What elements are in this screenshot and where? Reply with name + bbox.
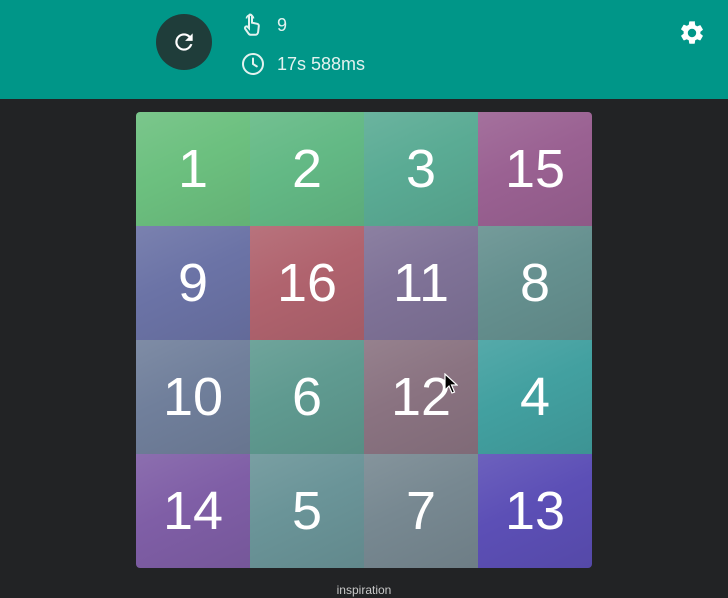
tile-number: 15 [504,139,566,199]
puzzle-tile[interactable]: 2 [250,112,364,226]
gear-icon [681,21,703,44]
tile-number: 7 [405,481,437,541]
moves-count: 9 [277,14,288,35]
puzzle-tile[interactable]: 4 [478,340,592,454]
tile-number: 13 [504,481,566,541]
tile-number: 4 [519,367,551,427]
inspiration-link[interactable]: inspiration [0,583,728,597]
puzzle-tile[interactable]: 5 [250,454,364,568]
moves-counter: 9 [240,12,287,38]
elapsed-timer: 17s 588ms [240,51,365,77]
refresh-icon [175,33,193,51]
tile-number: 8 [519,253,551,313]
puzzle-tile[interactable]: 16 [250,226,364,340]
mouse-cursor-icon [444,373,458,394]
puzzle-tile[interactable]: 12 [364,340,478,454]
tile-number: 3 [405,139,437,199]
puzzle-tile[interactable]: 10 [136,340,250,454]
elapsed-time: 17s 588ms [277,53,366,74]
puzzle-tile[interactable]: 14 [136,454,250,568]
tile-number: 10 [162,367,224,427]
reset-button[interactable] [156,14,212,70]
puzzle-tile[interactable]: 7 [364,454,478,568]
puzzle-tile[interactable]: 6 [250,340,364,454]
puzzle-tile[interactable]: 8 [478,226,592,340]
tile-number: 12 [390,367,452,427]
header-bar: 9 17s 588ms [0,0,728,99]
puzzle-tile[interactable]: 9 [136,226,250,340]
tile-number: 11 [392,253,450,313]
puzzle-tile[interactable]: 3 [364,112,478,226]
puzzle-board: 1 2 3 15 9 16 11 8 10 6 12 4 14 5 7 13 [136,112,592,568]
tile-number: 14 [162,481,224,541]
puzzle-tile[interactable]: 1 [136,112,250,226]
puzzle-tile[interactable]: 13 [478,454,592,568]
tile-number: 5 [291,481,323,541]
clock-icon [240,51,266,77]
tile-number: 2 [291,139,323,199]
settings-button[interactable] [676,17,708,49]
tap-hand-icon [240,12,266,38]
puzzle-tile[interactable]: 15 [478,112,592,226]
puzzle-tile[interactable]: 11 [364,226,478,340]
tile-number: 1 [177,139,209,199]
tile-number: 6 [291,367,323,427]
tile-number: 9 [177,253,209,313]
tile-number: 16 [276,253,338,313]
